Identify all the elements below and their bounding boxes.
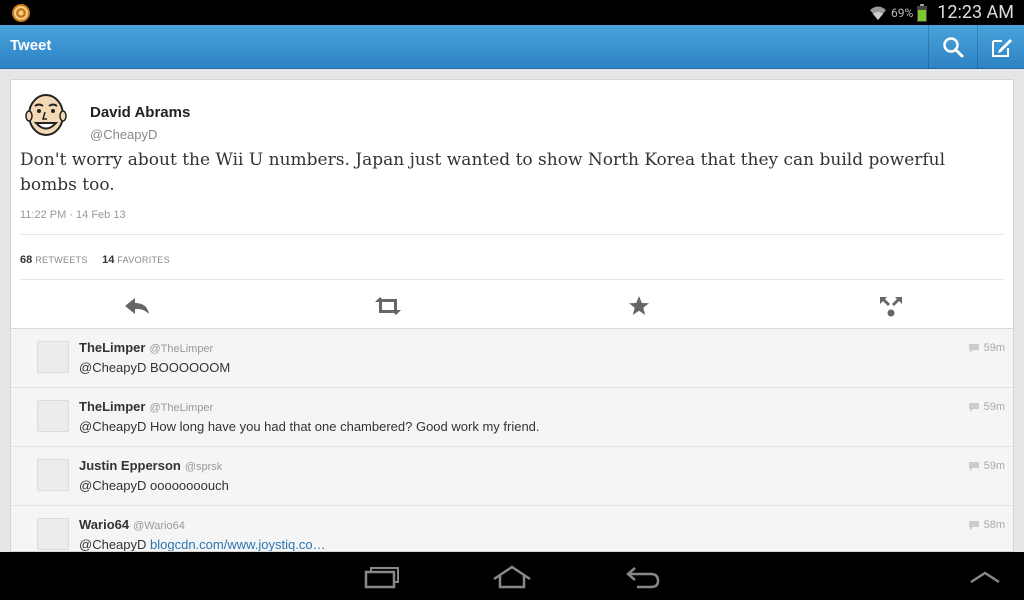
list-item[interactable]: TheLimper @TheLimper @CheapyD BOOOOOOM 59… [11,329,1013,388]
tweet-text: Don't worry about the Wii U numbers. Jap… [20,150,946,195]
clock: 12:23 AM [937,2,1014,23]
reply-bubble-icon [968,520,979,530]
reply-text: @CheapyD How long have you had that one … [79,419,540,434]
avatar[interactable] [37,518,69,550]
share-button[interactable] [871,283,911,328]
reply-text: @CheapyD blogcdn.com/www.joystiq.co… [79,537,326,552]
reply-button[interactable] [117,283,157,328]
reply-time: 58m [968,519,1005,531]
reply-author-name[interactable]: TheLimper [79,340,145,355]
app-notification-icon [12,4,30,22]
back-icon [626,567,660,589]
action-bar: Tweet [0,25,1024,69]
reply-author-handle[interactable]: @TheLimper [149,343,213,355]
system-nav-bar [0,552,1024,600]
reply-icon [125,297,149,314]
favorite-button[interactable] [619,283,659,328]
battery-percent: 69% [890,5,914,20]
avatar[interactable] [37,400,69,432]
tweet-timestamp[interactable]: 11:22 PM · 14 Feb 13 [20,209,126,221]
recent-apps-button[interactable] [360,562,404,592]
tweet-stats: 68 RETWEETS 14 FAVORITES [20,250,180,268]
divider [20,234,1004,235]
retweets-count[interactable]: 68 [20,254,32,266]
favorite-icon [629,295,649,315]
replies-list: TheLimper @TheLimper @CheapyD BOOOOOOM 59… [11,328,1013,552]
battery-icon [917,3,928,22]
reply-link[interactable]: blogcdn.com/www.joystiq.co… [150,537,326,551]
reply-author-name[interactable]: Justin Epperson [79,458,181,473]
back-button[interactable] [620,562,664,592]
search-icon [942,37,963,58]
menu-up-icon [970,571,1000,584]
retweet-button[interactable] [368,283,408,328]
author-handle[interactable]: @CheapyD [90,127,157,142]
reply-bubble-icon [968,461,979,471]
recent-apps-icon [364,567,399,589]
search-button[interactable] [928,25,976,69]
avatar[interactable] [23,90,69,138]
reply-author-name[interactable]: TheLimper [79,399,145,414]
author-name[interactable]: David Abrams [90,104,190,121]
reply-author-handle[interactable]: @sprsk [185,461,222,473]
tweet-actions [11,283,1013,328]
reply-author-handle[interactable]: @TheLimper [149,402,213,414]
list-item[interactable]: Wario64 @Wario64 @CheapyD blogcdn.com/www… [11,506,1013,552]
reply-bubble-icon [968,402,979,412]
page-title: Tweet [10,37,52,54]
reply-time: 59m [968,342,1005,354]
wifi-icon [869,6,886,20]
tweet-detail: David Abrams @CheapyD Don't worry about … [10,79,1014,552]
compose-button[interactable] [977,25,1024,69]
avatar[interactable] [37,459,69,491]
retweets-label[interactable]: RETWEETS [35,255,87,265]
reply-author-name[interactable]: Wario64 [79,517,129,532]
list-item[interactable]: Justin Epperson @sprsk @CheapyD oooooooou… [11,447,1013,506]
home-icon [493,565,531,589]
reply-time: 59m [968,460,1005,472]
avatar[interactable] [37,341,69,373]
reply-text: @CheapyD BOOOOOOM [79,360,231,375]
reply-bubble-icon [968,343,979,353]
favorites-count[interactable]: 14 [102,254,114,266]
reply-time: 59m [968,401,1005,413]
home-button[interactable] [490,562,534,592]
status-bar: 69% 12:23 AM [0,0,1024,25]
reply-text: @CheapyD oooooooouch [79,478,229,493]
compose-icon [991,39,1012,57]
share-icon [880,296,902,316]
favorites-label[interactable]: FAVORITES [117,255,170,265]
reply-author-handle[interactable]: @Wario64 [133,520,185,532]
retweet-icon [375,296,401,315]
menu-up-button[interactable] [963,562,1007,592]
list-item[interactable]: TheLimper @TheLimper @CheapyD How long ha… [11,388,1013,447]
divider [20,279,1004,280]
